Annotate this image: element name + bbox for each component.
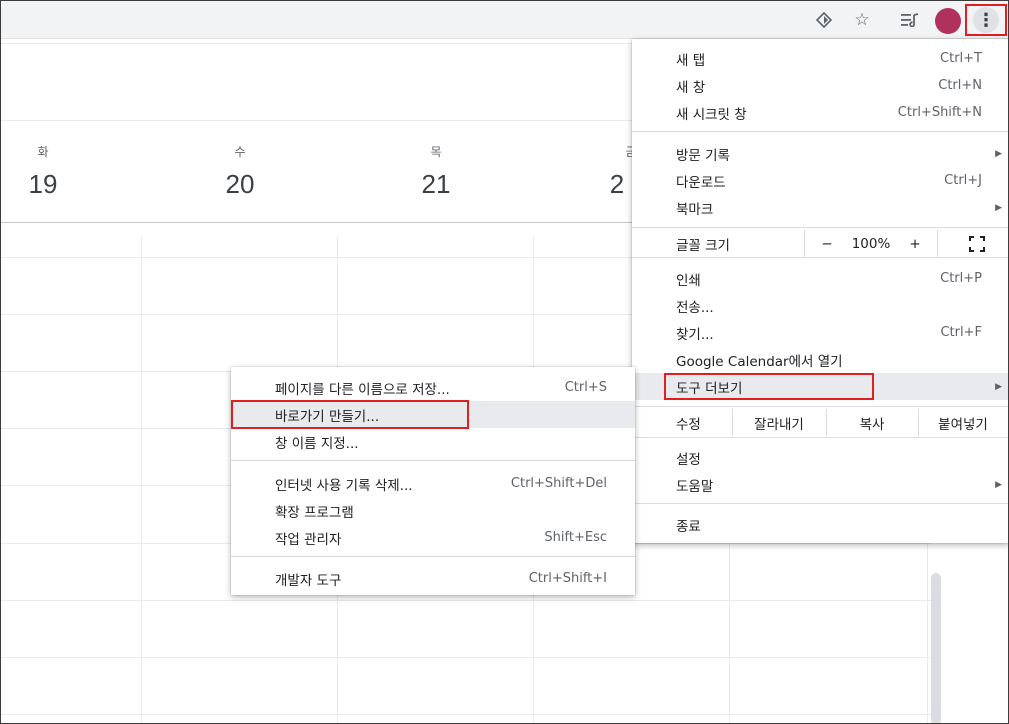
menu-item-history[interactable]: 방문 기록 ▶: [632, 140, 1008, 167]
menu-item-label: 새 창: [676, 79, 706, 96]
zoom-in-button[interactable]: +: [902, 230, 928, 257]
menu-separator: [632, 257, 1008, 258]
menu-item-cast[interactable]: 전송...: [632, 292, 1008, 319]
paste-button[interactable]: 붙여넣기: [918, 409, 1008, 436]
zoom-level: 100%: [851, 235, 891, 252]
submenu-item-save-page[interactable]: 페이지를 다른 이름으로 저장... Ctrl+S: [231, 374, 635, 401]
menu-separator: [632, 406, 1008, 407]
menu-separator: [632, 227, 1008, 228]
copy-button[interactable]: 복사: [826, 409, 918, 436]
menu-item-shortcut: Ctrl+F: [940, 325, 982, 340]
menu-item-print[interactable]: 인쇄 Ctrl+P: [632, 265, 1008, 292]
more-menu-highlight: ⋮: [965, 4, 1007, 36]
submenu-item-extensions[interactable]: 확장 프로그램: [231, 497, 635, 524]
menu-item-label: 작업 관리자: [275, 531, 342, 548]
menu-row-zoom: 글꼴 크기 − 100% +: [632, 230, 1008, 257]
more-tools-submenu: 페이지를 다른 이름으로 저장... Ctrl+S 바로가기 만들기... 창 …: [231, 367, 635, 595]
menu-separator: [632, 131, 1008, 132]
edit-label: 수정: [676, 416, 701, 433]
menu-item-label: 인쇄: [676, 272, 701, 289]
extension-icon[interactable]: [811, 7, 837, 33]
menu-item-shortcut: Ctrl+T: [940, 51, 982, 66]
menu-item-label: 페이지를 다른 이름으로 저장...: [275, 381, 450, 398]
day-number-21[interactable]: 21: [406, 169, 466, 200]
menu-item-shortcut: Shift+Esc: [544, 530, 607, 545]
day-name-thu: 목: [430, 145, 442, 159]
menu-item-settings[interactable]: 설정: [632, 444, 1008, 471]
menu-item-label: 북마크: [676, 201, 714, 218]
menu-item-label: 개발자 도구: [275, 572, 342, 589]
menu-item-bookmarks[interactable]: 북마크 ▶: [632, 194, 1008, 221]
menu-item-shortcut: Ctrl+S: [564, 380, 607, 395]
menu-item-downloads[interactable]: 다운로드 Ctrl+J: [632, 167, 1008, 194]
day-name-wed: 수: [234, 145, 246, 159]
menu-item-shortcut: Ctrl+N: [938, 78, 982, 93]
zoom-divider: [804, 230, 805, 257]
menu-item-label: 방문 기록: [676, 147, 730, 164]
menu-item-label: 도움말: [676, 478, 714, 495]
zoom-divider: [937, 230, 938, 257]
browser-window: ☆ ⋮ 화 19 수 20 목 21 금 2 새 탭 Ctrl+T 새 창 Ct…: [0, 0, 1009, 724]
menu-item-find[interactable]: 찾기... Ctrl+F: [632, 319, 1008, 346]
menu-item-shortcut: Ctrl+Shift+I: [528, 571, 607, 586]
more-menu-icon[interactable]: ⋮: [973, 7, 999, 33]
menu-item-exit[interactable]: 종료: [632, 511, 1008, 538]
submenu-arrow-icon: ▶: [995, 202, 1002, 213]
menu-separator: [632, 437, 1008, 438]
all-day-divider: [1, 222, 641, 223]
day-name-tue: 화: [37, 145, 49, 159]
menu-item-incognito[interactable]: 새 시크릿 창 Ctrl+Shift+N: [632, 99, 1008, 126]
menu-item-label: 새 시크릿 창: [676, 106, 747, 123]
submenu-item-clear-data[interactable]: 인터넷 사용 기록 삭제... Ctrl+Shift+Del: [231, 470, 635, 497]
fullscreen-icon[interactable]: [962, 230, 992, 257]
menu-item-label: Google Calendar에서 열기: [676, 353, 843, 370]
menu-item-label: 인터넷 사용 기록 삭제...: [275, 477, 413, 494]
menu-item-label: 종료: [676, 518, 701, 535]
submenu-arrow-icon: ▶: [995, 381, 1002, 392]
calendar-top-divider: [1, 43, 641, 44]
menu-item-open-in-app[interactable]: Google Calendar에서 열기: [632, 346, 1008, 373]
submenu-item-dev-tools[interactable]: 개발자 도구 Ctrl+Shift+I: [231, 565, 635, 592]
cut-button[interactable]: 잘라내기: [732, 409, 826, 436]
submenu-arrow-icon: ▶: [995, 148, 1002, 159]
menu-item-label: 찾기...: [676, 326, 714, 343]
menu-item-label: 전송...: [676, 299, 714, 316]
menu-item-label: 확장 프로그램: [275, 504, 354, 521]
day-number-19[interactable]: 19: [13, 169, 73, 200]
submenu-item-task-manager[interactable]: 작업 관리자 Shift+Esc: [231, 524, 635, 551]
menu-item-new-window[interactable]: 새 창 Ctrl+N: [632, 72, 1008, 99]
menu-separator: [231, 460, 635, 461]
profile-avatar[interactable]: [935, 8, 961, 34]
bookmark-star-icon[interactable]: ☆: [849, 7, 875, 33]
zoom-label: 글꼴 크기: [676, 237, 730, 254]
calendar-scrollbar[interactable]: [931, 573, 941, 723]
menu-item-label: 창 이름 지정...: [275, 435, 359, 452]
browser-toolbar: ☆ ⋮: [1, 1, 1008, 39]
zoom-out-button[interactable]: −: [814, 230, 840, 257]
menu-item-label: 새 탭: [676, 52, 706, 69]
more-tools-highlight: [664, 373, 874, 400]
menu-item-shortcut: Ctrl+Shift+Del: [510, 476, 607, 491]
reading-list-icon[interactable]: [897, 7, 923, 33]
day-column-divider: [141, 237, 142, 723]
menu-item-label: 다운로드: [676, 174, 726, 191]
menu-item-shortcut: Ctrl+Shift+N: [897, 105, 982, 120]
create-shortcut-highlight: [231, 400, 469, 429]
submenu-arrow-icon: ▶: [995, 479, 1002, 490]
menu-item-help[interactable]: 도움말 ▶: [632, 471, 1008, 498]
day-number-20[interactable]: 20: [210, 169, 270, 200]
menu-item-label: 설정: [676, 451, 701, 468]
menu-separator: [231, 556, 635, 557]
menu-item-shortcut: Ctrl+J: [944, 173, 982, 188]
submenu-item-name-window[interactable]: 창 이름 지정...: [231, 428, 635, 455]
chrome-main-menu: 새 탭 Ctrl+T 새 창 Ctrl+N 새 시크릿 창 Ctrl+Shift…: [632, 39, 1008, 543]
menu-row-edit: 수정 잘라내기 복사 붙여넣기: [632, 409, 1008, 436]
menu-separator: [632, 503, 1008, 504]
menu-item-new-tab[interactable]: 새 탭 Ctrl+T: [632, 45, 1008, 72]
calendar-header-divider: [1, 120, 641, 121]
menu-item-shortcut: Ctrl+P: [940, 271, 982, 286]
